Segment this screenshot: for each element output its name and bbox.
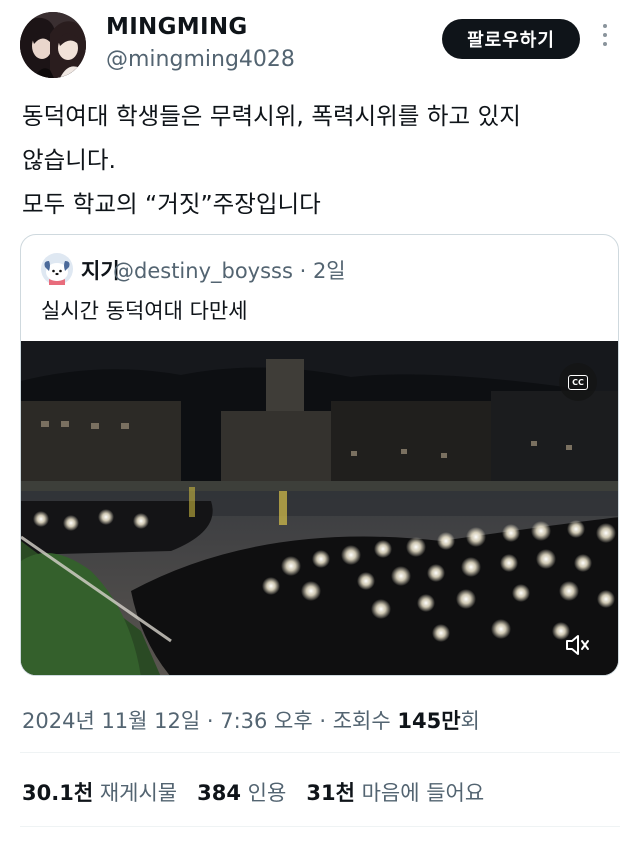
quotes-stat[interactable]: 384 인용: [197, 781, 286, 805]
quoted-tweet-card[interactable]: 지기 @destiny_boysss · 2일 실시간 동덕여대 다만세 CC: [20, 234, 619, 676]
reposts-stat[interactable]: 30.1천 재게시물: [22, 781, 177, 805]
pochacco-avatar-icon: [41, 253, 73, 285]
likes-count: 31천: [306, 781, 355, 805]
night-crowd-video-frame: [21, 341, 618, 675]
captions-button[interactable]: CC: [559, 363, 597, 401]
likes-stat[interactable]: 31천 마음에 들어요: [306, 781, 484, 805]
mute-toggle[interactable]: [555, 623, 599, 667]
quotes-count: 384: [197, 781, 241, 805]
cc-icon: CC: [568, 374, 588, 390]
author-display-name[interactable]: MINGMING: [106, 14, 248, 40]
quoted-author-avatar[interactable]: [41, 253, 73, 285]
quoted-author-handle[interactable]: @destiny_boysss · 2일: [113, 255, 346, 285]
tweet-line: 않습니다.: [22, 146, 116, 174]
view-count-suffix: 회: [460, 709, 480, 733]
profile-photo-icon: [20, 12, 86, 78]
more-options-icon[interactable]: [598, 24, 612, 54]
speaker-muted-icon: [566, 635, 589, 655]
author-avatar[interactable]: [20, 12, 86, 78]
tweet-text: 동덕여대 학생들은 무력시위, 폭력시위를 하고 있지 않습니다. 모두 학교의…: [22, 94, 622, 226]
timestamp-views[interactable]: 2024년 11월 12일 · 7:36 오후 · 조회수: [22, 709, 397, 733]
tweet-line: 모두 학교의 “거짓”주장입니다: [22, 190, 321, 218]
quoted-tweet-text: 실시간 동덕여대 다만세: [41, 299, 248, 323]
author-handle[interactable]: @mingming4028: [106, 47, 295, 72]
view-count: 145만: [397, 709, 461, 733]
tweet-line: 동덕여대 학생들은 무력시위, 폭력시위를 하고 있지: [22, 102, 521, 130]
likes-label: 마음에 들어요: [361, 781, 485, 805]
quotes-label: 인용: [247, 781, 287, 805]
divider: [20, 826, 620, 827]
reposts-count: 30.1천: [22, 781, 94, 805]
reposts-label: 재게시물: [99, 781, 178, 805]
quoted-video[interactable]: CC: [21, 341, 618, 675]
divider: [20, 752, 620, 753]
follow-button[interactable]: 팔로우하기: [442, 19, 580, 59]
tweet-meta: 2024년 11월 12일 · 7:36 오후 · 조회수 145만회: [22, 705, 480, 735]
engagement-stats: 30.1천 재게시물 384 인용 31천 마음에 들어요: [22, 777, 484, 807]
